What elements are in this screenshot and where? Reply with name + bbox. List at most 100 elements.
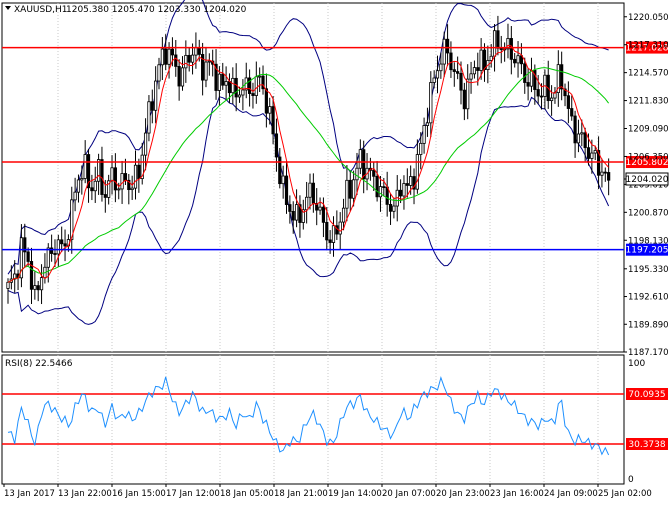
- candle-body: [352, 179, 356, 199]
- price-tick-label: 1217.310: [628, 41, 669, 51]
- candle-body: [388, 204, 393, 212]
- candle-body: [415, 154, 419, 190]
- candle-body: [472, 67, 477, 75]
- candle-body: [489, 55, 493, 61]
- candle-body: [281, 175, 285, 185]
- rsi-lower-level-label: 30.3738: [628, 440, 665, 450]
- trading-chart[interactable]: 1217.028 1205.802 1197.205 1220.050 1217.31…: [0, 0, 670, 502]
- candle-body: [50, 247, 54, 254]
- candle-body: [241, 89, 245, 96]
- candle-body: [429, 82, 433, 124]
- candle-body: [271, 106, 275, 135]
- candle-body: [482, 49, 487, 70]
- candle-body: [402, 183, 406, 197]
- candle-body: [103, 194, 107, 198]
- price-tick-label: 1211.830: [628, 97, 669, 107]
- time-tick-label: 13 Jan 22:00: [58, 489, 112, 499]
- rsi-label: RSI(8) 22.5466: [5, 359, 73, 369]
- candle-body: [284, 175, 289, 205]
- candle-body: [130, 187, 134, 191]
- candle-body: [516, 55, 520, 64]
- time-tick-label: 13 Jan 2017: [4, 489, 55, 499]
- candle-body: [523, 63, 527, 83]
- candle-body: [90, 187, 94, 192]
- candle-body: [318, 206, 322, 211]
- candle-body: [600, 171, 604, 176]
- price-tick-label: 1206.350: [628, 152, 669, 162]
- candle-body: [120, 173, 124, 190]
- candle-body: [143, 132, 148, 156]
- candle-body: [224, 81, 228, 86]
- candle-body: [445, 38, 450, 54]
- time-tick-label: 20 Jan 07:00: [382, 489, 436, 499]
- candle-body: [580, 132, 584, 135]
- time-tick-label: 18 Jan 21:00: [274, 489, 328, 499]
- candle-body: [372, 169, 376, 177]
- rsi-tick-0: 0: [628, 475, 634, 485]
- price-tick-label: 1192.610: [628, 293, 669, 303]
- candle-body: [83, 154, 87, 179]
- time-tick-label: 23 Jan 16:00: [490, 489, 544, 499]
- candle-body: [539, 95, 544, 98]
- candle-body: [509, 38, 513, 60]
- time-tick-label: 24 Jan 09:00: [544, 489, 598, 499]
- candle-body: [36, 285, 40, 291]
- candle-body: [476, 67, 480, 71]
- candle-body: [234, 77, 238, 98]
- candle-body: [529, 70, 534, 87]
- candle-body: [217, 73, 221, 91]
- candle-body: [137, 164, 141, 180]
- candle-body: [449, 52, 453, 71]
- candle-body: [496, 30, 500, 49]
- time-tick-label: 19 Jan 14:00: [328, 489, 382, 499]
- candle-body: [409, 176, 413, 186]
- candle-body: [425, 122, 430, 126]
- candle-body: [63, 243, 67, 247]
- candle-body: [325, 221, 329, 241]
- candle-body: [73, 191, 77, 201]
- candle-body: [177, 66, 181, 87]
- candle-body: [345, 179, 349, 209]
- candle-body: [492, 30, 497, 57]
- candle-body: [56, 239, 60, 255]
- price-tick-label: 1195.330: [628, 265, 669, 275]
- candle-body: [174, 54, 178, 67]
- price-tick-label: 1189.890: [628, 320, 669, 330]
- candle-body: [294, 204, 299, 221]
- candle-body: [117, 188, 121, 191]
- price-tick-label: 1214.570: [628, 69, 669, 79]
- candle-body: [513, 58, 517, 64]
- candle-body: [167, 48, 171, 65]
- candle-body: [405, 183, 409, 186]
- candle-body: [237, 94, 242, 98]
- candle-body: [439, 63, 443, 72]
- candle-body: [207, 60, 211, 63]
- symbol-label: XAUUSD,H1: [14, 5, 68, 15]
- ohlc-label: 1205.380 1205.470 1203.330 1204.020: [66, 5, 247, 15]
- price-tick-label: 1209.090: [628, 125, 669, 135]
- candle-body: [46, 247, 50, 268]
- candle-body: [576, 133, 581, 144]
- candle-body: [274, 133, 279, 158]
- candle-body: [291, 210, 295, 221]
- candle-body: [288, 204, 292, 212]
- candle-body: [33, 285, 37, 290]
- candle-body: [419, 142, 423, 155]
- candle-body: [459, 72, 463, 91]
- candle-body: [422, 125, 426, 144]
- time-tick-label: 16 Jan 15:00: [112, 489, 166, 499]
- candle-body: [190, 54, 195, 63]
- candle-body: [164, 48, 168, 65]
- candle-body: [80, 178, 84, 181]
- candle-body: [221, 73, 225, 86]
- candle-body: [170, 48, 175, 56]
- chart-background: [0, 0, 670, 502]
- candle-body: [392, 205, 396, 212]
- candle-body: [321, 206, 326, 223]
- candle-body: [187, 54, 191, 63]
- candle-body: [331, 225, 336, 243]
- candle-body: [590, 152, 594, 159]
- candle-body: [268, 106, 272, 114]
- candle-body: [338, 221, 342, 235]
- candle-body: [97, 159, 101, 182]
